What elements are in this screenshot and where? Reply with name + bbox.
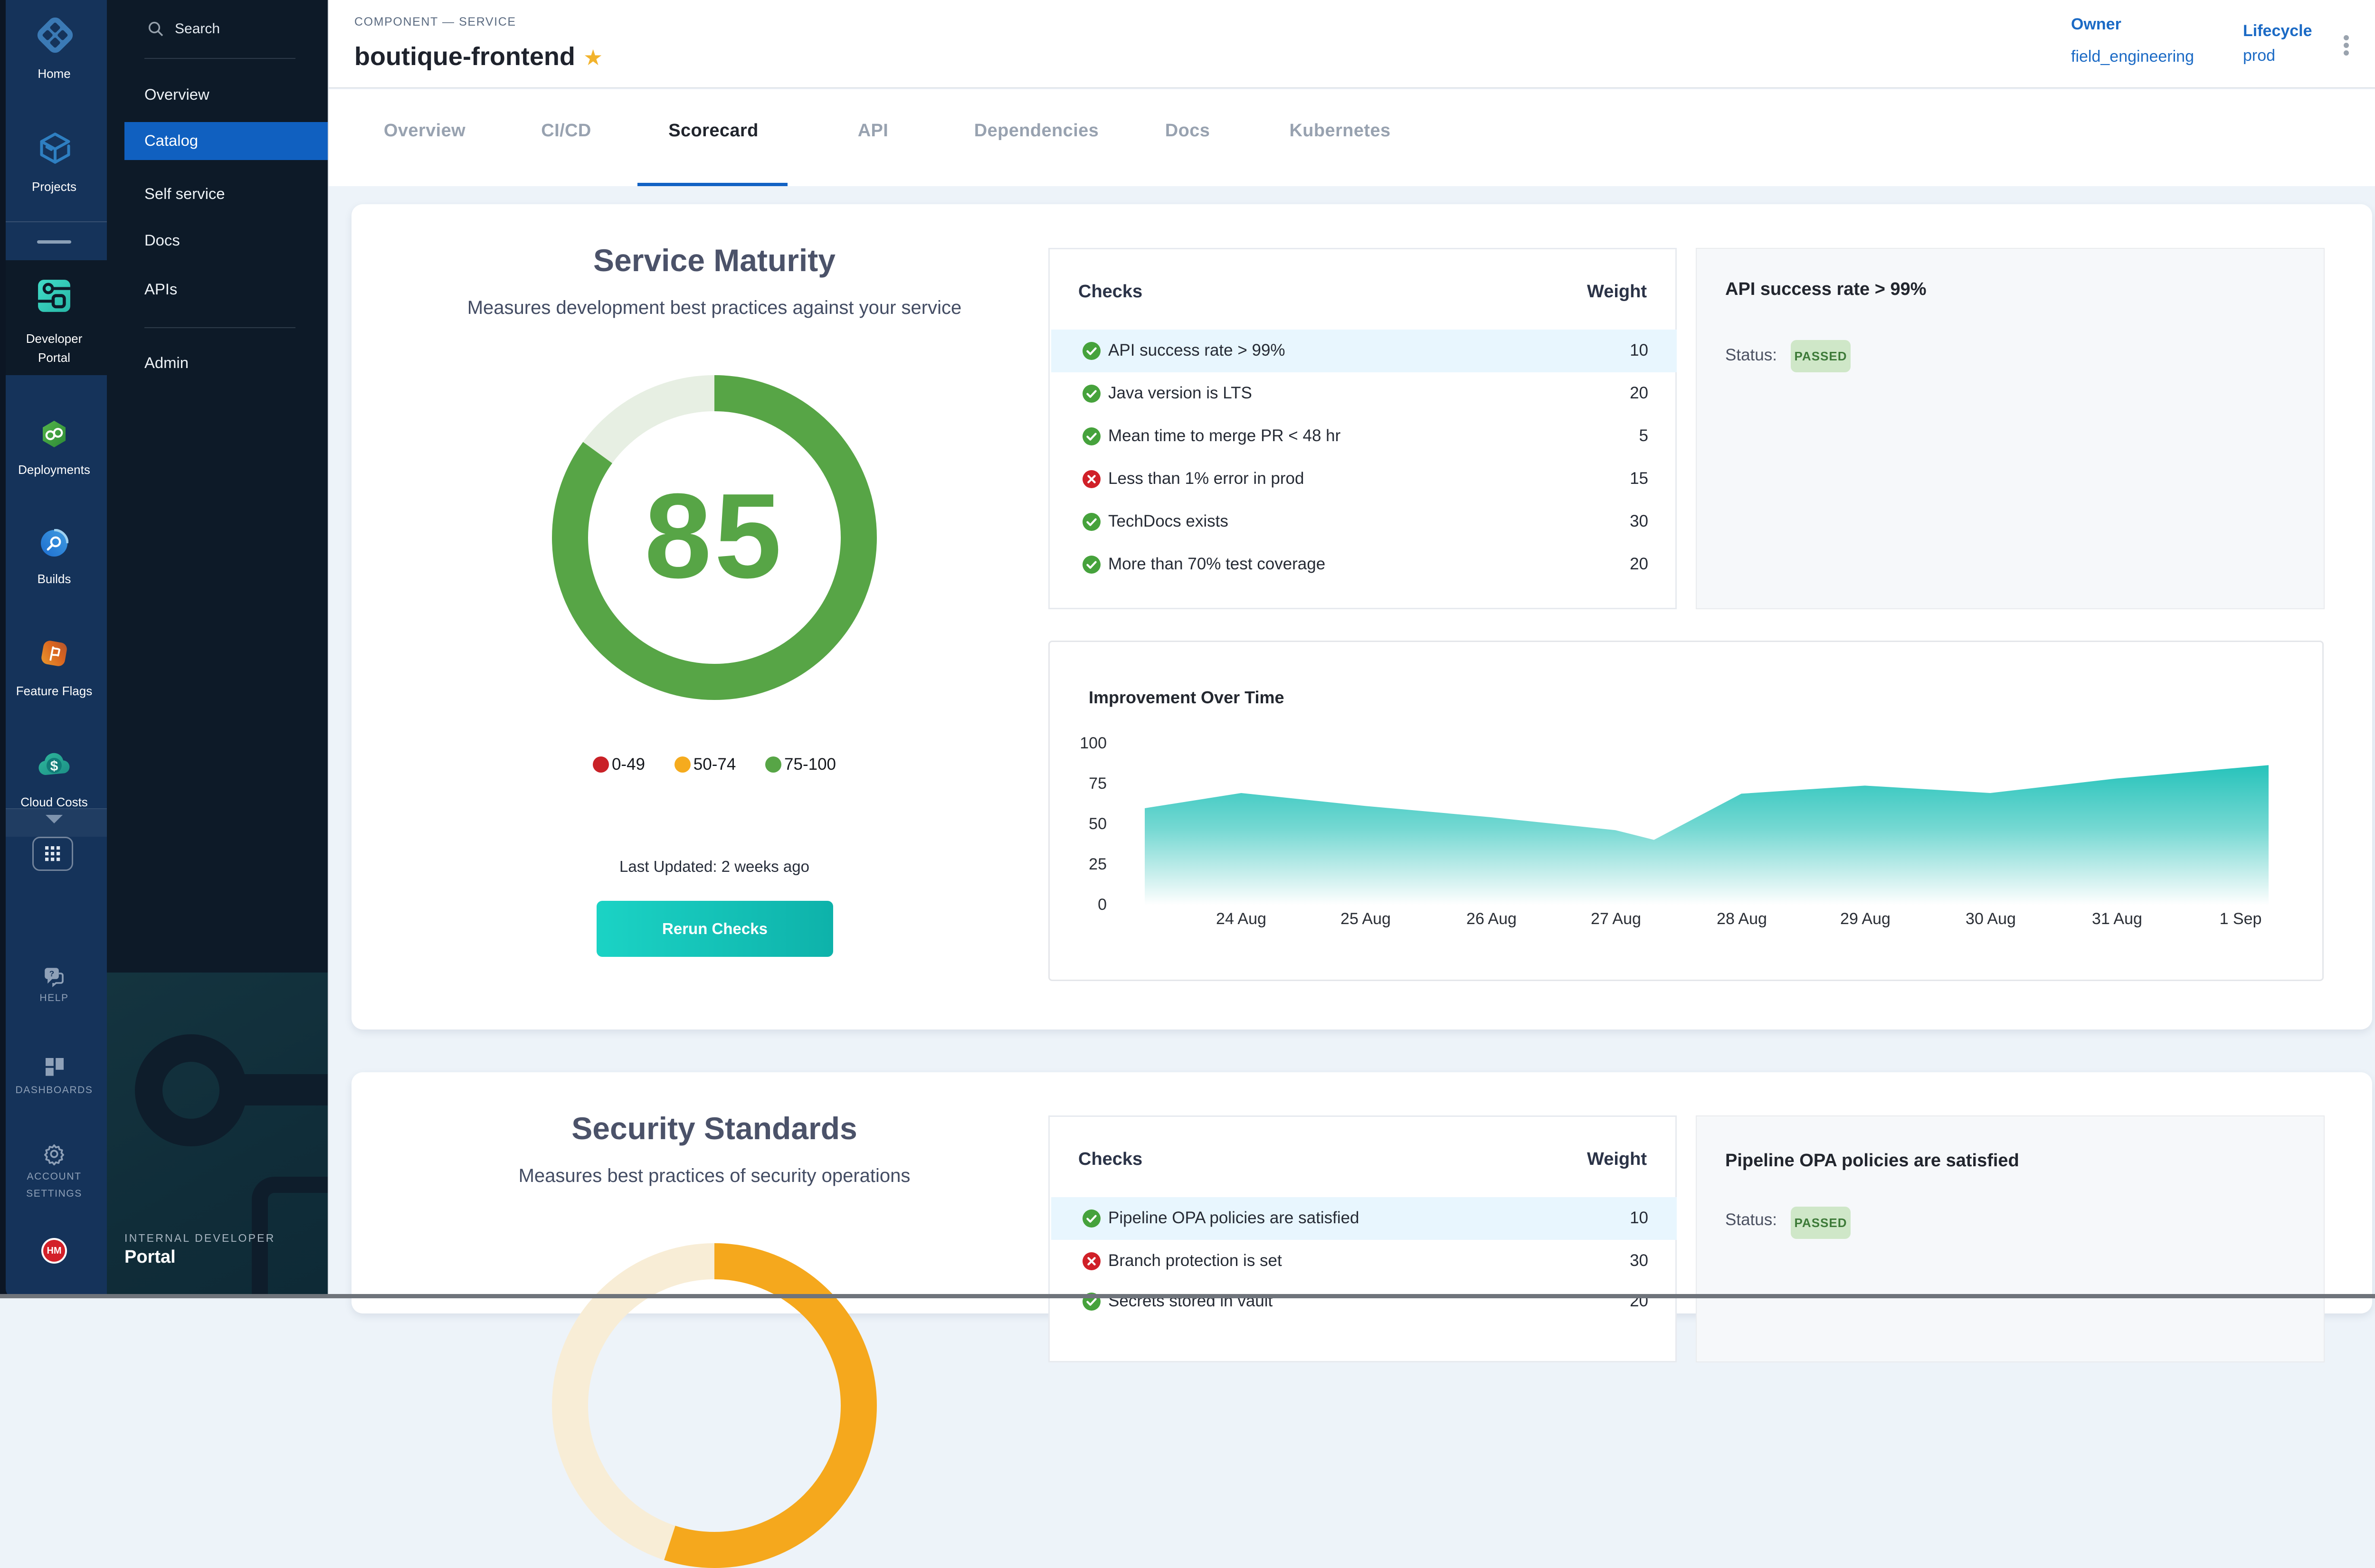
svg-text:85: 85 bbox=[645, 468, 785, 603]
svg-text:$: $ bbox=[50, 758, 58, 774]
svg-text:?: ? bbox=[49, 969, 54, 978]
